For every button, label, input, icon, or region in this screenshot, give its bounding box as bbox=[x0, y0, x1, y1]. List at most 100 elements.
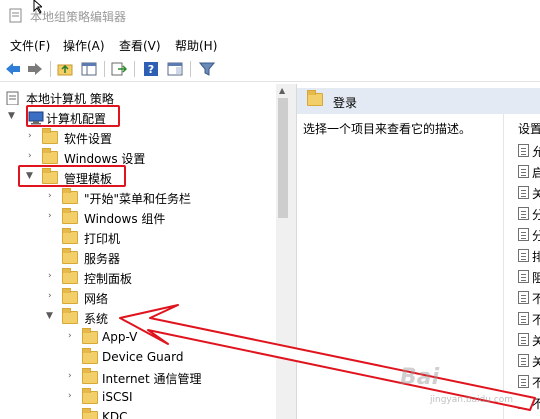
folder-icon bbox=[42, 168, 58, 184]
tree-label: 控制面板 bbox=[84, 272, 133, 286]
expand-arrow-icon[interactable]: › bbox=[48, 191, 58, 201]
setting-row[interactable]: 关 bbox=[518, 352, 540, 370]
folder-icon bbox=[82, 348, 98, 364]
watermark: Bai bbox=[400, 365, 440, 390]
setting-label: 分 bbox=[532, 229, 540, 243]
collapse-arrow-icon[interactable]: ▼ bbox=[26, 171, 36, 181]
setting-label: 不 bbox=[532, 313, 540, 327]
scroll-up-arrow-icon[interactable]: ▲ bbox=[279, 86, 285, 95]
properties-button[interactable] bbox=[166, 60, 184, 78]
folder-icon bbox=[42, 128, 58, 144]
setting-label: 不 bbox=[532, 376, 540, 390]
expand-arrow-icon[interactable]: › bbox=[68, 391, 78, 401]
details-header: 登录 bbox=[297, 88, 540, 114]
tree-label: Windows 设置 bbox=[64, 152, 146, 166]
expand-arrow-icon[interactable]: › bbox=[28, 131, 38, 141]
expand-arrow-icon[interactable]: › bbox=[48, 271, 58, 281]
tree-label: 网络 bbox=[84, 292, 109, 306]
setting-label: 不 bbox=[532, 397, 540, 411]
setting-row[interactable]: 启 bbox=[518, 163, 540, 181]
tree-label: 服务器 bbox=[84, 252, 121, 266]
setting-label: 关 bbox=[532, 187, 540, 201]
tree-label: KDC bbox=[102, 410, 128, 419]
export-list-button[interactable] bbox=[110, 60, 128, 78]
tree-scrollbar[interactable]: ▲ bbox=[276, 84, 290, 419]
watermark-url: jingyan.baidu.com bbox=[430, 395, 514, 405]
tree-label: 计算机配置 bbox=[46, 112, 107, 126]
setting-row[interactable]: 阻 bbox=[518, 268, 540, 286]
expand-arrow-icon[interactable]: › bbox=[28, 151, 38, 161]
tree-label: Internet 通信管理 bbox=[102, 372, 202, 386]
setting-row[interactable]: 允 bbox=[518, 142, 540, 160]
tree-label: Device Guard bbox=[102, 350, 184, 364]
tree-label: 打印机 bbox=[84, 232, 121, 246]
settings-column-header[interactable]: 设置 bbox=[518, 120, 540, 137]
setting-label: 排 bbox=[532, 250, 540, 264]
expand-arrow-icon[interactable]: › bbox=[48, 291, 58, 301]
expand-arrow-icon[interactable]: › bbox=[48, 211, 58, 221]
setting-row[interactable]: 关 bbox=[518, 331, 540, 349]
setting-label: 关 bbox=[532, 334, 540, 348]
computer-icon bbox=[28, 111, 44, 125]
filter-button[interactable] bbox=[198, 60, 216, 78]
setting-document-icon bbox=[518, 228, 529, 241]
scrollbar-thumb[interactable] bbox=[278, 98, 288, 218]
folder-icon bbox=[62, 188, 78, 204]
folder-icon bbox=[82, 368, 98, 384]
setting-document-icon bbox=[518, 291, 529, 304]
menu-action[interactable]: 操作(A) bbox=[63, 37, 105, 54]
collapse-arrow-icon[interactable]: ▼ bbox=[46, 311, 56, 321]
settings-list: 设置 允启关分分排阻不不关关不不 bbox=[503, 114, 540, 419]
menu-view[interactable]: 查看(V) bbox=[119, 37, 161, 54]
tree-label: "开始"菜单和任务栏 bbox=[84, 192, 192, 206]
setting-row[interactable]: 不 bbox=[518, 373, 540, 391]
up-folder-button[interactable] bbox=[56, 60, 74, 78]
toolbar: ? bbox=[0, 56, 540, 82]
setting-label: 分 bbox=[532, 208, 540, 222]
back-button[interactable] bbox=[4, 60, 22, 78]
setting-row[interactable]: 不 bbox=[518, 310, 540, 328]
tree-label: 系统 bbox=[84, 312, 109, 326]
policy-document-icon bbox=[6, 91, 19, 105]
svg-text:?: ? bbox=[148, 63, 154, 76]
folder-icon bbox=[82, 388, 98, 404]
folder-up-icon bbox=[57, 64, 73, 76]
setting-document-icon bbox=[518, 144, 529, 157]
export-icon bbox=[111, 62, 127, 76]
menu-help[interactable]: 帮助(H) bbox=[175, 37, 217, 54]
folder-icon bbox=[62, 308, 78, 324]
setting-document-icon bbox=[518, 249, 529, 262]
setting-label: 允 bbox=[532, 145, 540, 159]
setting-document-icon bbox=[518, 312, 529, 325]
show-hide-tree-button[interactable] bbox=[80, 60, 98, 78]
help-button[interactable]: ? bbox=[142, 60, 160, 78]
forward-arrow-icon bbox=[28, 63, 42, 75]
policy-editor-icon bbox=[9, 8, 22, 23]
setting-row[interactable]: 排 bbox=[518, 247, 540, 265]
help-icon: ? bbox=[144, 62, 158, 76]
setting-document-icon bbox=[518, 270, 529, 283]
tree-label: 管理模板 bbox=[64, 172, 113, 186]
expand-arrow-icon[interactable]: › bbox=[68, 371, 78, 381]
setting-document-icon bbox=[518, 375, 529, 388]
setting-row[interactable]: 关 bbox=[518, 184, 540, 202]
setting-label: 关 bbox=[532, 355, 540, 369]
window-title: 本地组策略编辑器 bbox=[30, 10, 127, 24]
setting-row[interactable]: 不 bbox=[518, 289, 540, 307]
folder-icon bbox=[62, 268, 78, 284]
mouse-cursor-icon bbox=[33, 0, 42, 14]
expand-arrow-icon[interactable]: › bbox=[68, 331, 78, 341]
folder-icon bbox=[82, 408, 98, 419]
panel-icon bbox=[81, 62, 97, 76]
setting-document-icon bbox=[518, 333, 529, 346]
menu-file[interactable]: 文件(F) bbox=[10, 37, 50, 54]
setting-label: 不 bbox=[532, 292, 540, 306]
collapse-arrow-icon[interactable]: ▼ bbox=[8, 111, 18, 121]
toolbar-separator bbox=[134, 61, 135, 77]
folder-icon bbox=[82, 328, 98, 344]
setting-row[interactable]: 不 bbox=[518, 394, 540, 412]
back-arrow-icon bbox=[6, 63, 20, 75]
setting-row[interactable]: 分 bbox=[518, 205, 540, 223]
setting-row[interactable]: 分 bbox=[518, 226, 540, 244]
forward-button[interactable] bbox=[26, 60, 44, 78]
